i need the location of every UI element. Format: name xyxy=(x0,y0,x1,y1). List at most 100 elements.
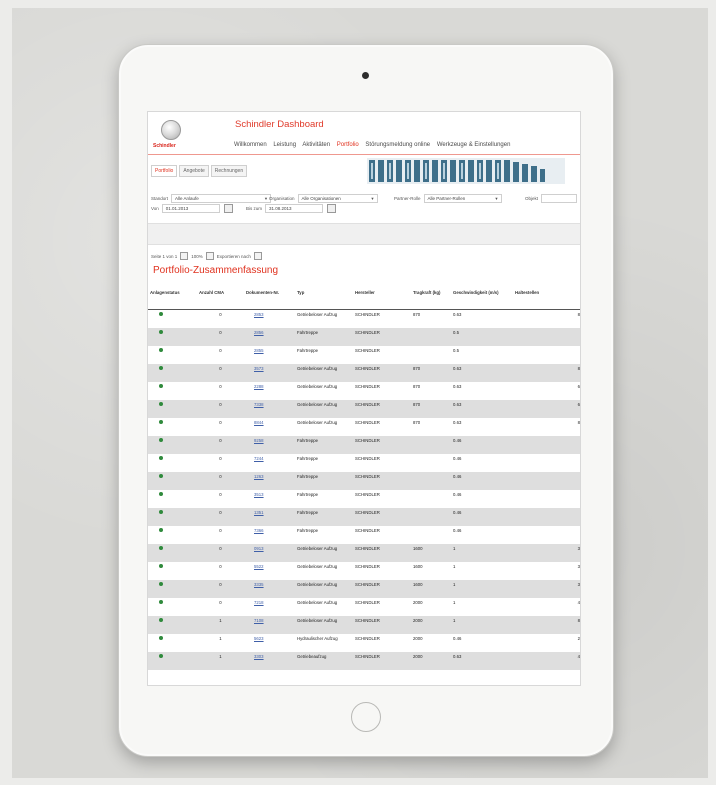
qty-cell: 0 xyxy=(197,472,244,490)
qty-cell: 0 xyxy=(197,508,244,526)
doc-cell: 1351 xyxy=(244,508,295,526)
nav-item-portfolio[interactable]: Portfolio xyxy=(337,142,359,148)
table-row[interactable]: 0 0913 Getriebeloser Aufzug SCHINDLER 1600 1 3 xyxy=(148,544,580,562)
tab-portfolio[interactable]: Portfolio xyxy=(151,165,178,177)
document-link[interactable]: 2855 xyxy=(254,348,264,353)
stops-cell: 8 xyxy=(513,616,580,634)
calendar-icon[interactable] xyxy=(223,204,233,213)
column-header[interactable]: Anlagenstatus xyxy=(148,289,197,310)
document-link[interactable]: 1263 xyxy=(254,474,264,479)
document-link[interactable]: 7244 xyxy=(254,456,264,461)
tab-angebote[interactable]: Angebote xyxy=(179,165,209,177)
column-header[interactable]: Typ xyxy=(295,289,353,310)
table-row[interactable]: 0 1351 Fahrtreppe SCHINDLER 0.46 xyxy=(148,508,580,526)
nav-item-werkzeuge[interactable]: Werkzeuge & Einstellungen xyxy=(437,142,511,148)
load-value: 870 xyxy=(413,312,421,317)
column-header[interactable]: Geschwindigkeit (m/s) xyxy=(451,289,513,310)
type-value: Fahrtreppe xyxy=(297,510,319,515)
qty-value: 0 xyxy=(219,492,222,497)
document-link[interactable]: 5522 xyxy=(254,564,264,569)
load-cell xyxy=(411,328,451,346)
document-link[interactable]: 2856 xyxy=(254,330,264,335)
table-row[interactable]: 0 3335 Getriebeloser Aufzug SCHINDLER 1600 1 3 xyxy=(148,580,580,598)
calendar-icon[interactable] xyxy=(327,204,337,213)
qty-value: 0 xyxy=(219,438,222,443)
load-value: 2000 xyxy=(413,600,423,605)
table-row[interactable]: 0 2288 Getriebeloser Aufzug SCHINDLER 870 0.6… xyxy=(148,382,580,400)
qty-value: 1 xyxy=(219,636,222,641)
export-icon[interactable] xyxy=(253,252,262,260)
standort-select[interactable]: Alle Anlaufe ▼ xyxy=(171,194,272,203)
maker-cell: SCHINDLER xyxy=(353,616,411,634)
load-cell xyxy=(411,472,451,490)
column-header[interactable]: Dokumenten-Nr. xyxy=(244,289,295,310)
document-link[interactable]: 7108 xyxy=(254,618,264,623)
document-link[interactable]: 0913 xyxy=(254,546,264,551)
table-row[interactable]: 0 2856 Fahrtreppe SCHINDLER 0.5 xyxy=(148,328,580,346)
document-link[interactable]: 3303 xyxy=(254,654,264,659)
speed-cell: 0.46 xyxy=(451,472,513,490)
nav-item-leistung[interactable]: Leistung xyxy=(273,142,296,148)
document-link[interactable]: 7218 xyxy=(254,600,264,605)
table-row[interactable]: 0 2853 Getriebeloser Aufzug SCHINDLER 870 0.6… xyxy=(148,310,580,329)
document-link[interactable]: 5623 xyxy=(254,636,264,641)
filter-standort-label: Standort xyxy=(151,196,169,201)
document-link[interactable]: 3335 xyxy=(254,582,264,587)
zoom-select-icon[interactable] xyxy=(205,252,214,260)
document-link[interactable]: 3573 xyxy=(254,366,264,371)
document-link[interactable]: 2288 xyxy=(254,384,264,389)
document-link[interactable]: 2853 xyxy=(254,312,264,317)
maker-cell: SCHINDLER xyxy=(353,562,411,580)
home-button[interactable] xyxy=(351,702,381,732)
stops-cell: 8 xyxy=(513,310,580,329)
document-link[interactable]: 1351 xyxy=(254,510,264,515)
status-active-icon xyxy=(159,348,163,352)
table-row[interactable]: 0 3573 Getriebeloser Aufzug SCHINDLER 870 0.6… xyxy=(148,364,580,382)
stops-value: 6 xyxy=(577,384,580,389)
stops-value: 2 xyxy=(577,636,580,641)
table-row[interactable]: 0 7244 Fahrtreppe SCHINDLER 0.46 xyxy=(148,454,580,472)
status-cell xyxy=(148,652,197,670)
type-value: Getriebeloser Aufzug xyxy=(297,618,338,623)
table-row[interactable]: 0 3513 Fahrtreppe SCHINDLER 0.46 xyxy=(148,490,580,508)
table-row[interactable]: 0 8844 Getriebeloser Aufzug SCHINDLER 870 0.6… xyxy=(148,418,580,436)
type-cell: Getriebeloser Aufzug xyxy=(295,544,353,562)
document-link[interactable]: 9258 xyxy=(254,438,264,443)
nav-item-aktivitaeten[interactable]: Aktivitäten xyxy=(302,142,330,148)
von-date-input[interactable]: 01.01.2013 xyxy=(161,204,220,213)
status-cell xyxy=(148,508,197,526)
filter-partner-label: Partner-Rolle xyxy=(394,196,421,201)
column-header[interactable]: Hersteller xyxy=(353,289,411,310)
nav-item-willkommen[interactable]: Willkommen xyxy=(234,142,267,148)
doc-cell: 7244 xyxy=(244,454,295,472)
document-link[interactable]: 8844 xyxy=(254,420,264,425)
objekt-input[interactable] xyxy=(541,194,578,203)
document-link[interactable]: 7366 xyxy=(254,528,264,533)
table-row[interactable]: 0 5522 Getriebeloser Aufzug SCHINDLER 1600 1 3 xyxy=(148,562,580,580)
tab-rechnungen[interactable]: Rechnungen xyxy=(210,165,248,177)
table-row[interactable]: 0 9258 Fahrtreppe SCHINDLER 0.46 xyxy=(148,436,580,454)
bis-date-input[interactable]: 31.08.2013 xyxy=(265,204,324,213)
document-link[interactable]: 3513 xyxy=(254,492,264,497)
column-header[interactable]: Haltestellen xyxy=(513,289,580,310)
maker-value: SCHINDLER xyxy=(355,564,380,569)
document-link[interactable]: 7338 xyxy=(254,402,264,407)
status-cell xyxy=(148,526,197,544)
type-cell: Fahrtreppe xyxy=(295,508,353,526)
doc-cell: 2853 xyxy=(244,310,295,329)
page-select-icon[interactable] xyxy=(180,252,189,260)
column-header[interactable]: Tragkraft (kg) xyxy=(411,289,451,310)
table-row[interactable]: 1 7108 Getriebeloser Aufzug SCHINDLER 2000 1 8 xyxy=(148,616,580,634)
table-row[interactable]: 1 3303 Getriebeaufzug SCHINDLER 2000 0.63 4 xyxy=(148,652,580,670)
table-row[interactable]: 0 7338 Getriebeloser Aufzug SCHINDLER 870 0.6… xyxy=(148,400,580,418)
table-row[interactable]: 1 5623 Hydraulischer Aufzug SCHINDLER 2000 0.… xyxy=(148,634,580,652)
nav-item-stoerungsmeldung[interactable]: Störungsmeldung online xyxy=(365,142,430,148)
table-row[interactable]: 0 7218 Getriebeloser Aufzug SCHINDLER 2000 1 4 xyxy=(148,598,580,616)
column-header[interactable]: Anzahl CMA xyxy=(197,289,244,310)
table-row[interactable]: 0 7366 Fahrtreppe SCHINDLER 0.46 xyxy=(148,526,580,544)
table-row[interactable]: 0 1263 Fahrtreppe SCHINDLER 0.46 xyxy=(148,472,580,490)
organisation-select[interactable]: Alle Organisationen ▼ xyxy=(297,194,378,203)
camera-dot xyxy=(362,72,369,79)
table-row[interactable]: 0 2855 Fahrtreppe SCHINDLER 0.5 xyxy=(148,346,580,364)
partner-select[interactable]: Alle Partner-Rollen ▼ xyxy=(423,194,502,203)
